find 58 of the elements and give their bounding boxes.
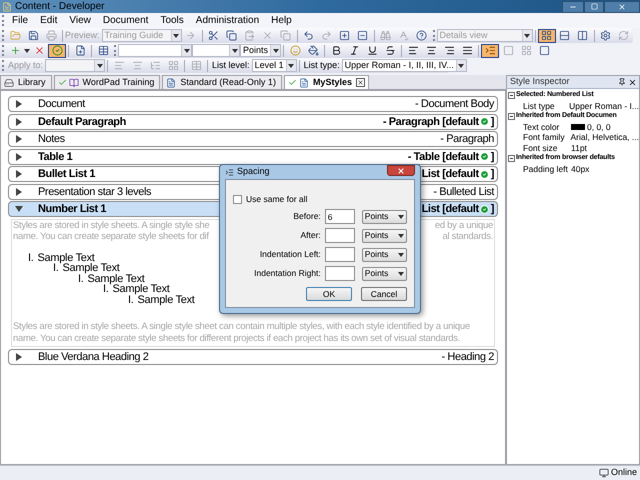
list-marker: I. — [128, 294, 134, 304]
preview-label: Preview: — [65, 28, 100, 42]
field-label: Indentation Left: — [258, 248, 321, 262]
property-name: Font size — [523, 142, 558, 153]
style-type: List [default — [422, 202, 479, 216]
window-title: Content - Developer — [15, 0, 104, 12]
list-marker: I. — [28, 252, 34, 262]
style-name: Blue Verdana Heading 2 — [38, 350, 148, 364]
preview-text: name. You can create separate style sheets for dif — [13, 231, 209, 242]
property-value: Arial, Helvetica, ... — [570, 132, 639, 142]
preview-text: al standards. — [442, 231, 493, 242]
status-text: Online — [610, 466, 637, 480]
style-name: Number List 1 — [38, 202, 106, 216]
property-name: Text color — [523, 122, 560, 132]
bracket-text: ] — [490, 150, 494, 164]
property-value: 40px — [571, 164, 590, 174]
property-name: Padding left — [523, 164, 569, 174]
bracket-text: ] — [490, 114, 494, 128]
property-value: Upper Roman - I... — [569, 100, 639, 111]
property-name: List type — [523, 100, 555, 111]
checkbox-label: Use same for all — [246, 193, 308, 206]
apply-to-label: Apply to: — [8, 58, 44, 72]
field-label: Indentation Right: — [253, 267, 321, 280]
style-type: - Paragraph — [440, 132, 494, 146]
preview-text: ed by a unique — [434, 220, 493, 231]
style-type: - Document Body — [415, 97, 494, 111]
sample-text: Sample Text — [38, 252, 95, 262]
sample-text: Sample Text — [138, 294, 195, 304]
list-marker: I. — [103, 283, 109, 294]
bracket-text: ] — [490, 202, 494, 216]
property-name: Font family — [523, 132, 566, 142]
style-type: List [default — [422, 167, 479, 181]
style-name: Presentation star 3 levels — [38, 184, 152, 198]
sample-text: Sample Text — [88, 272, 145, 283]
dialog-title: Spacing — [237, 165, 270, 178]
preview-paragraph: Styles are stored in style sheets. A single style sheet can contain multiple styles, with each style identified by a unique name. You can create separate style sheets for different projects if each project has its own set of visual standards. — [13, 320, 471, 344]
list-level-label: List level: — [212, 58, 250, 72]
style-name: Table 1 — [38, 150, 72, 164]
sample-text: Sample Text — [62, 262, 120, 272]
style-type: - Paragraph [default — [382, 114, 479, 128]
field-label: After: — [299, 229, 321, 242]
preview-text: Styles are stored in style sheets. A single style she — [13, 220, 210, 231]
sample-text: Sample Text — [112, 283, 170, 294]
bracket-text: ] — [490, 167, 494, 181]
field-label: Before: — [292, 210, 321, 224]
style-type: - Heading 2 — [442, 350, 494, 364]
style-name: Default Paragraph — [38, 114, 126, 128]
property-value: 0, 0, 0 — [587, 122, 611, 132]
style-name: Document — [38, 97, 85, 111]
style-name: Bullet List 1 — [38, 167, 96, 181]
list-marker: I. — [53, 262, 59, 272]
style-name: Notes — [38, 132, 65, 146]
list-marker: I. — [78, 272, 84, 283]
panel-title: Style Inspector — [510, 75, 571, 88]
property-value: 11pt — [571, 142, 587, 153]
style-type: - Bulleted List — [433, 184, 494, 198]
style-type: - Table [default — [408, 150, 479, 164]
list-type-label: List type: — [304, 58, 340, 72]
